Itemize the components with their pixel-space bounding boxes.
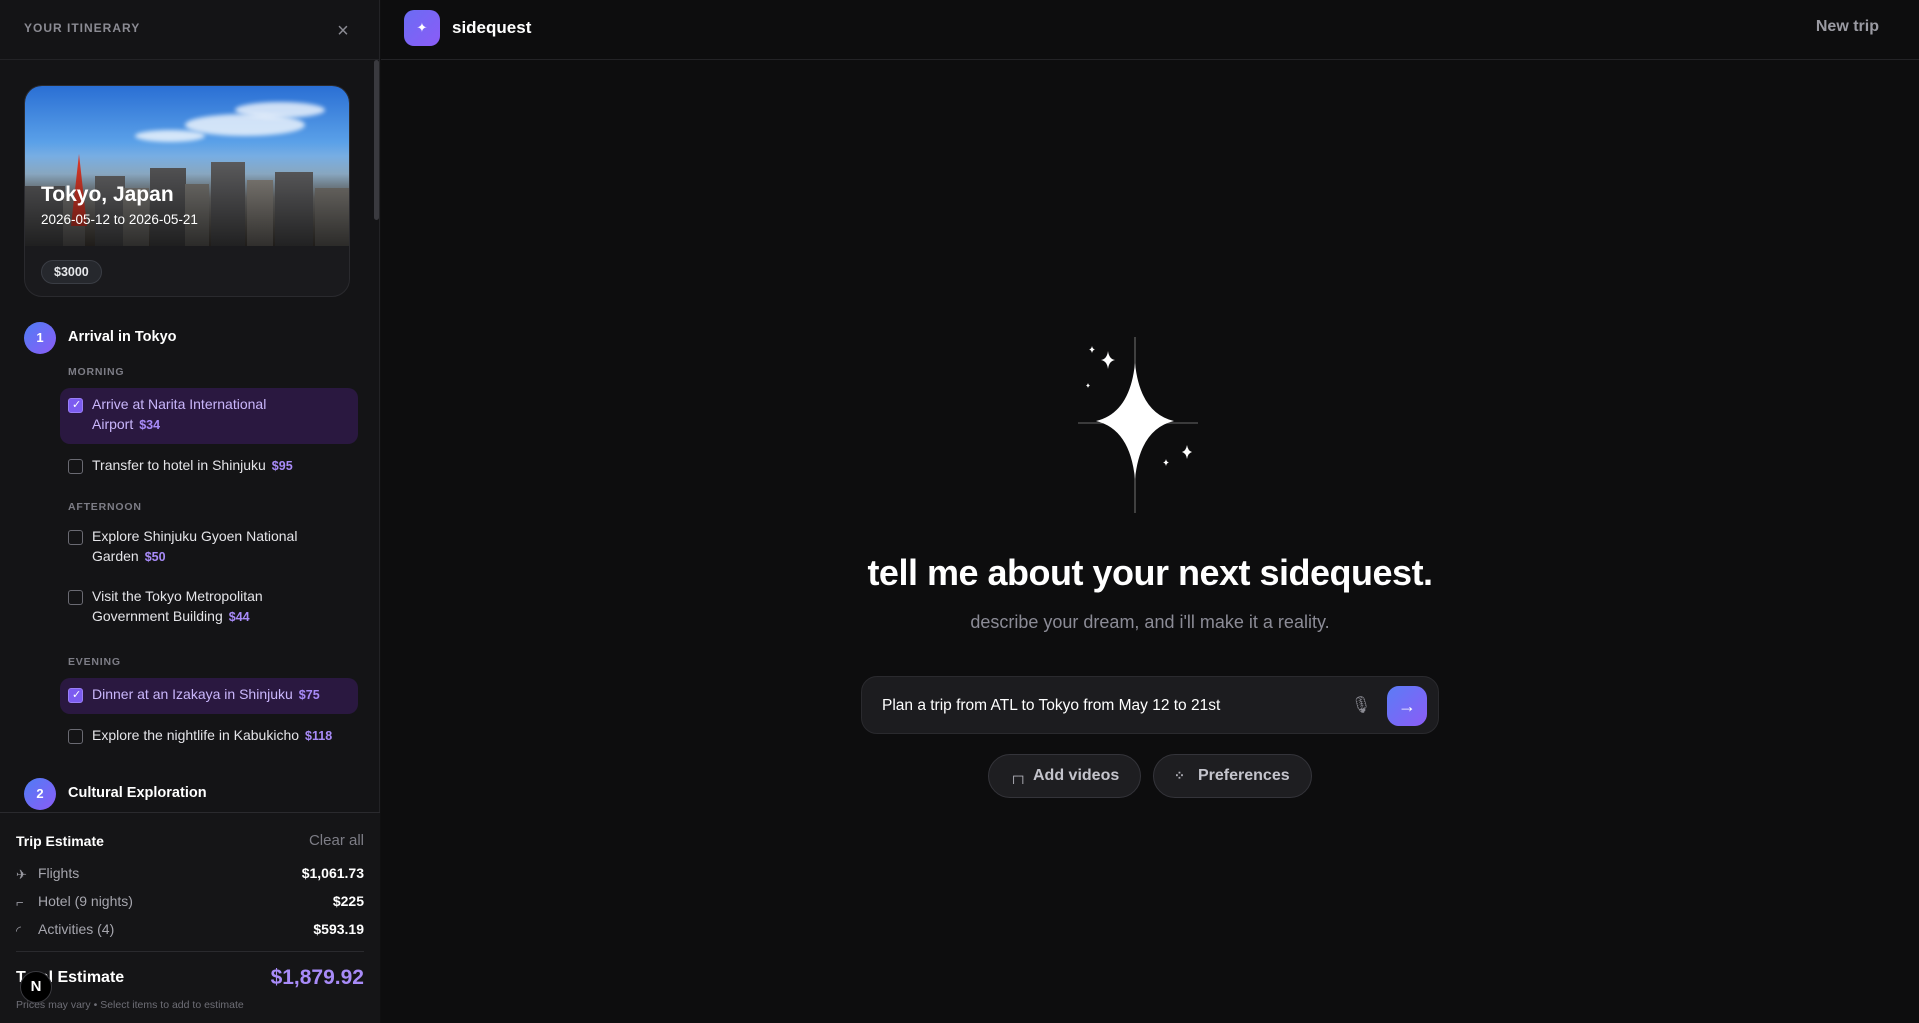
estimate-row-flights: ✈ Flights $1,061.73 — [16, 865, 364, 885]
top-bar: ✦ sidequest New trip — [381, 0, 1919, 60]
day-number-badge: 2 — [24, 778, 56, 810]
item-price: $95 — [271, 459, 293, 473]
slot-label-morning: MORNING — [68, 366, 125, 378]
estimate-value: $593.19 — [313, 921, 364, 937]
check-icon: ✓ — [72, 399, 82, 411]
itinerary-item[interactable]: ✓ Transfer to hotel in Shinjuku$95 — [60, 452, 358, 482]
trip-card: Tokyo, Japan 2026-05-12 to 2026-05-21 $3… — [24, 85, 350, 297]
item-price: $34 — [139, 418, 161, 432]
sidebar-scrollbar[interactable] — [374, 60, 379, 220]
activity-icon: ◜ — [16, 923, 22, 938]
preferences-label: Preferences — [1198, 767, 1290, 784]
bed-icon: ⌐ — [16, 895, 24, 910]
item-label: Dinner at an Izakaya in Shinjuku $75 — [92, 686, 320, 702]
sidebar-header: YOUR ITINERARY × — [0, 0, 380, 60]
send-button[interactable]: → — [1387, 686, 1427, 726]
itinerary-scroll-area[interactable]: Tokyo, Japan 2026-05-12 to 2026-05-21 $3… — [0, 60, 380, 812]
new-trip-button[interactable]: New trip — [1816, 18, 1879, 36]
check-icon: ✓ — [72, 689, 82, 701]
slot-label-afternoon: AFTERNOON — [68, 501, 142, 513]
video-icon: ┌┐ — [1009, 768, 1028, 783]
add-videos-label: Add videos — [1033, 767, 1120, 784]
estimate-row-activities: ◜ Activities (4) $593.19 — [16, 921, 364, 941]
trip-city: Tokyo, Japan — [41, 183, 174, 206]
day-number-badge: 1 — [24, 322, 56, 354]
item-label: Transfer to hotel in Shinjuku $95 — [92, 457, 293, 473]
itinerary-item[interactable]: ✓ Explore Shinjuku Gyoen National Garden… — [60, 524, 358, 574]
itinerary-item[interactable]: ✓ Visit the Tokyo Metropolitan Governmen… — [60, 584, 358, 634]
hero-headline: tell me about your next sidequest. — [867, 552, 1433, 593]
itinerary-item[interactable]: ✓ Arrive at Narita International Airport… — [60, 388, 358, 444]
slot-label-evening: EVENING — [68, 656, 121, 668]
avatar[interactable]: N — [20, 971, 52, 1003]
itinerary-sidebar: YOUR ITINERARY × Tokyo, Japan 2026-05-12… — [0, 0, 380, 1023]
itinerary-item[interactable]: ✓ Dinner at an Izakaya in Shinjuku $75 — [60, 678, 358, 714]
hero-subhead: describe your dream, and i'll make it a … — [970, 612, 1330, 632]
item-price: $75 — [298, 688, 320, 702]
brand-name: sidequest — [452, 18, 532, 37]
sparkle-icon — [1078, 337, 1198, 513]
item-price: $118 — [305, 729, 333, 743]
item-price: $50 — [144, 550, 166, 564]
estimate-label: Hotel (9 nights) — [38, 893, 133, 909]
checkbox[interactable]: ✓ — [68, 590, 83, 605]
plane-icon: ✈ — [16, 867, 27, 882]
estimate-label: Activities (4) — [38, 921, 115, 937]
prompt-box: 🎙 → — [861, 676, 1439, 734]
itinerary-item[interactable]: ✓ Explore the nightlife in Kabukicho$118 — [60, 722, 358, 752]
add-videos-button[interactable]: ┌┐ Add videos — [988, 754, 1141, 798]
sparkle-logo-icon[interactable]: ✦ — [404, 10, 440, 46]
checkbox[interactable]: ✓ — [68, 688, 83, 703]
item-label: Explore the nightlife in Kabukicho $118 — [92, 727, 333, 743]
main-panel: ✦ sidequest New trip tell me about your … — [381, 0, 1919, 1023]
close-icon[interactable]: × — [332, 20, 354, 42]
item-label: Visit the Tokyo Metropolitan Government … — [92, 588, 263, 624]
estimate-title: Trip Estimate — [16, 833, 104, 849]
divider — [16, 951, 364, 952]
estimate-value: $1,061.73 — [301, 865, 364, 881]
checkbox[interactable]: ✓ — [68, 530, 83, 545]
app-root: YOUR ITINERARY × Tokyo, Japan 2026-05-12… — [0, 0, 1919, 1023]
estimate-row-hotel: ⌐ Hotel (9 nights) $225 — [16, 893, 364, 913]
sidebar-title: YOUR ITINERARY — [24, 21, 141, 35]
estimate-note: Prices may vary • Select items to add to… — [16, 999, 244, 1011]
clear-all-button[interactable]: Clear all — [309, 832, 364, 849]
day-title: Arrival in Tokyo — [68, 329, 177, 345]
total-estimate-value: $1,879.92 — [270, 966, 364, 989]
item-label: Arrive at Narita International Airport $3… — [92, 396, 267, 432]
estimate-label: Flights — [38, 865, 80, 881]
sliders-icon: ⁘ — [1174, 768, 1185, 783]
arrow-right-icon: → — [1398, 696, 1416, 716]
trip-prompt-input[interactable] — [882, 695, 1332, 717]
budget-badge: $3000 — [41, 260, 102, 284]
day-title: Cultural Exploration — [68, 785, 207, 801]
trip-estimate-panel: Trip Estimate Clear all ✈ Flights $1,061… — [0, 812, 380, 1023]
checkbox[interactable]: ✓ — [68, 398, 83, 413]
checkbox[interactable]: ✓ — [68, 729, 83, 744]
estimate-value: $225 — [332, 893, 364, 909]
microphone-icon[interactable]: 🎙 — [1350, 695, 1372, 717]
item-price: $44 — [228, 610, 250, 624]
item-label: Explore Shinjuku Gyoen National Garden $5… — [92, 528, 298, 564]
trip-dates: 2026-05-12 to 2026-05-21 — [41, 212, 198, 227]
preferences-button[interactable]: ⁘ Preferences — [1153, 754, 1312, 798]
checkbox[interactable]: ✓ — [68, 459, 83, 474]
